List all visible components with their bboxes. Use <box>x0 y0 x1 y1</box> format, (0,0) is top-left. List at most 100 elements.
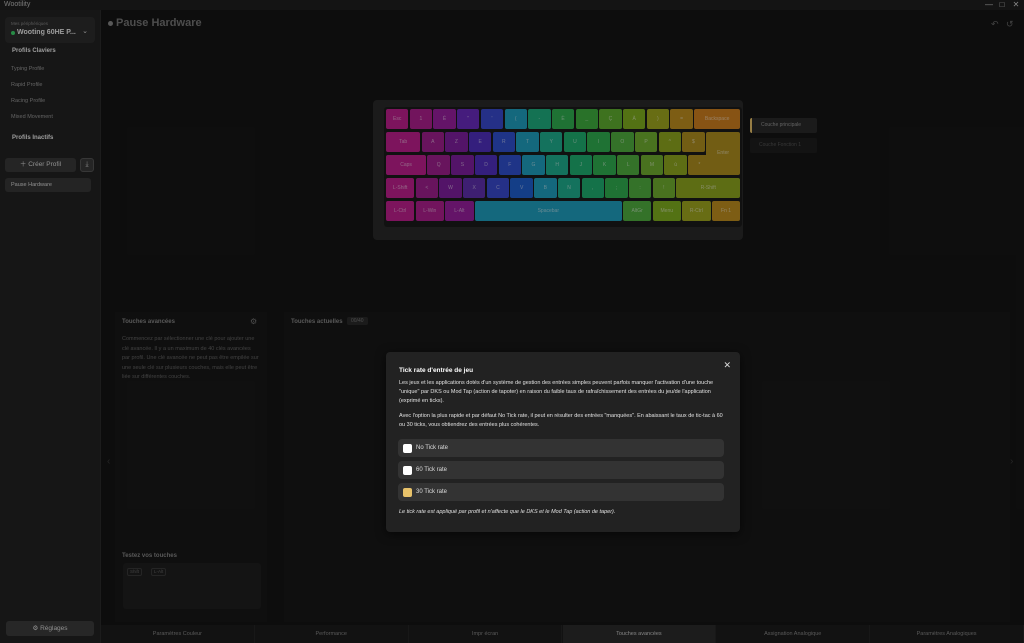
key-c[interactable]: C <box>486 178 510 198</box>
key-rshift[interactable]: R-Shift <box>676 178 741 198</box>
key-1[interactable]: 1 <box>409 109 433 129</box>
test-keys-title: Testez vos touches <box>122 553 177 559</box>
sidebar-item-racing-profile[interactable]: Racing Profile <box>11 98 45 104</box>
key-f[interactable]: F <box>498 155 521 175</box>
key-t[interactable]: T <box>516 132 539 152</box>
key-g[interactable]: G <box>522 155 545 175</box>
option-30-tick-rate[interactable]: 30 Tick rate <box>398 483 724 501</box>
reset-icon[interactable]: ↺ <box>1006 19 1014 30</box>
key-symbol[interactable]: Ç <box>599 109 622 129</box>
undo-icon[interactable]: ↶ <box>991 19 999 30</box>
tab-param-tres-analogiques[interactable]: Paramètres Analogiques <box>870 625 1024 643</box>
key-symbol[interactable]: ù <box>664 155 687 175</box>
key-altgr[interactable]: AltGr <box>623 201 652 221</box>
gear-icon[interactable]: ⚙ <box>250 317 257 326</box>
key-caps[interactable]: Caps <box>386 155 427 175</box>
key-b[interactable]: B <box>534 178 557 198</box>
key-z[interactable]: Z <box>445 132 468 152</box>
main-content: Pause Hardware ↶ ↺ Esc 1 É " '(- È _ Ç À) = Backsp… <box>101 10 1024 643</box>
tab-assignation-analogique[interactable]: Assignation Analogique <box>716 625 871 643</box>
layer-fn1-button[interactable]: Couche Fonction 1 <box>750 138 817 153</box>
key-rctrl[interactable]: R-Ctrl <box>682 201 711 221</box>
key-u[interactable]: U <box>563 132 587 152</box>
checkbox-icon <box>403 465 412 475</box>
key-symbol[interactable]: " <box>457 109 480 129</box>
key-symbol[interactable]: _ <box>575 109 598 129</box>
key-symbol[interactable]: É <box>433 109 456 129</box>
tab-touches-avanc-es[interactable]: Touches avancées <box>562 625 717 643</box>
key-tab[interactable]: Tab <box>386 132 421 152</box>
advanced-keys-description: Commencez par sélectionner une clé pour … <box>122 336 259 380</box>
option-no-tick-rate[interactable]: No Tick rate <box>398 439 724 457</box>
key-lwin[interactable]: L-Win <box>415 201 444 221</box>
option-label: 30 Tick rate <box>416 489 448 495</box>
key-lalt[interactable]: L-Alt <box>445 201 474 221</box>
key-a[interactable]: A <box>421 132 444 152</box>
key-y[interactable]: Y <box>540 132 563 152</box>
key-j[interactable]: J <box>569 155 593 175</box>
page-title: Pause Hardware <box>108 17 202 29</box>
key-e[interactable]: E <box>468 132 492 152</box>
key-backspace[interactable]: Backspace <box>694 109 741 129</box>
sidebar-item-pause-hardware[interactable]: Pause Hardware <box>5 178 91 192</box>
key-m[interactable]: M <box>640 155 664 175</box>
close-icon[interactable]: ✕ <box>723 360 731 371</box>
key-symbol[interactable]: = <box>670 109 693 129</box>
tab-performance[interactable]: Performance <box>255 625 409 643</box>
key-k[interactable]: K <box>593 155 616 175</box>
tab-param-tres-couleur[interactable]: Paramètres Couleur <box>101 625 255 643</box>
key-symbol[interactable]: ( <box>504 109 527 129</box>
key-symbol[interactable]: ) <box>646 109 670 129</box>
key-symbol[interactable]: ' <box>480 109 504 129</box>
device-label: Mes périphériques <box>11 21 49 26</box>
gear-icon: ⚙ <box>32 625 41 632</box>
key-symbol[interactable]: ; <box>605 178 628 198</box>
key-spacebar[interactable]: Spacebar <box>474 201 622 221</box>
option-60-tick-rate[interactable]: 60 Tick rate <box>398 461 724 479</box>
key-x[interactable]: X <box>463 178 486 198</box>
key-lctrl[interactable]: L-Ctrl <box>386 201 415 221</box>
chevron-left-icon[interactable]: ‹ <box>107 456 110 467</box>
key-esc[interactable]: Esc <box>386 109 409 129</box>
close-window-icon[interactable]: ✕ <box>1008 0 1024 10</box>
key-q[interactable]: Q <box>427 155 450 175</box>
key-d[interactable]: D <box>474 155 498 175</box>
key-fn1[interactable]: Fn 1 <box>711 201 741 221</box>
key-h[interactable]: H <box>545 155 569 175</box>
key-symbol[interactable]: $ <box>682 132 705 152</box>
key-r[interactable]: R <box>492 132 516 152</box>
key-i[interactable]: I <box>587 132 610 152</box>
key-symbol[interactable]: ! <box>652 178 676 198</box>
key-symbol[interactable]: < <box>415 178 439 198</box>
key-symbol[interactable]: - <box>528 109 551 129</box>
key-menu[interactable]: Menu <box>652 201 681 221</box>
layer-main-button[interactable]: Couche principale <box>750 118 817 133</box>
key-p[interactable]: P <box>634 132 658 152</box>
sidebar-item-rapid-profile[interactable]: Rapid Profile <box>11 82 43 88</box>
key-w[interactable]: W <box>439 178 462 198</box>
import-profile-button[interactable]: ⤓ <box>80 158 94 172</box>
key-v[interactable]: V <box>510 178 533 198</box>
tab-impr-cran[interactable]: Impr écran <box>409 625 563 643</box>
create-profile-button[interactable]: ＋ Créer Profil <box>5 158 76 172</box>
sidebar-item-typing-profile[interactable]: Typing Profile <box>11 66 44 72</box>
key-symbol[interactable]: , <box>581 178 604 198</box>
key-symbol[interactable]: : <box>628 178 652 198</box>
current-keys-title: Touches actuelles <box>291 319 343 325</box>
current-keys-count: 00/40 <box>347 317 368 325</box>
key-n[interactable]: N <box>557 178 581 198</box>
key-s[interactable]: S <box>451 155 474 175</box>
key-lshift[interactable]: L-Shift <box>386 178 415 198</box>
key-symbol[interactable]: ^ <box>658 132 681 152</box>
key-l[interactable]: L <box>617 155 640 175</box>
settings-button[interactable]: ⚙ Réglages <box>6 621 94 636</box>
key-test-area[interactable]: Shift L-Alt <box>123 563 261 609</box>
key-symbol[interactable]: À <box>623 109 646 129</box>
key-o[interactable]: O <box>611 132 634 152</box>
key-enter[interactable]: Enter <box>705 132 741 175</box>
dialog-paragraph-2: Avec l'option la plus rapide et par défa… <box>399 413 723 428</box>
device-selector[interactable]: Mes périphériques Wooting 60HE P... ⌄ <box>5 17 95 43</box>
sidebar-item-mixed-movement[interactable]: Mixed Movement <box>11 114 53 120</box>
key-symbol[interactable]: È <box>551 109 575 129</box>
chevron-right-icon[interactable]: › <box>1010 456 1013 467</box>
